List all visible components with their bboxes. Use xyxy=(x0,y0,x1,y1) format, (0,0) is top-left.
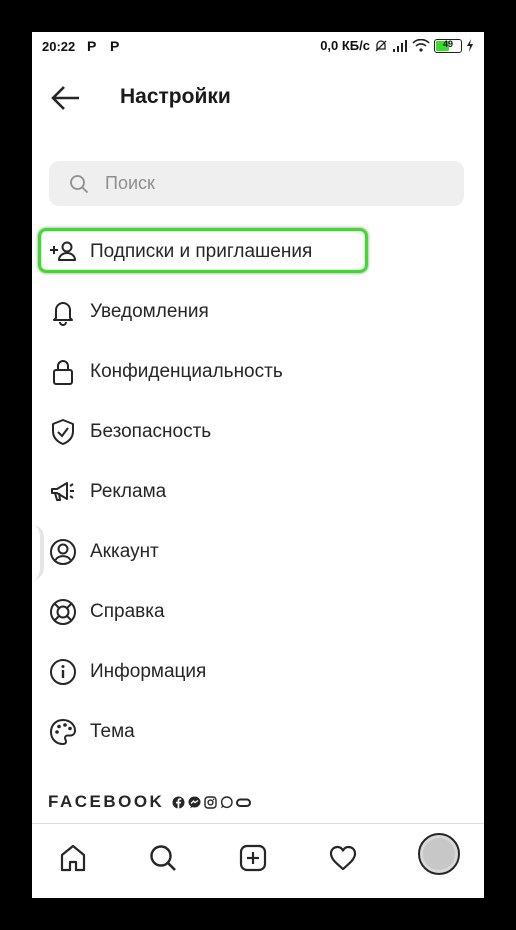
menu-item-label: Информация xyxy=(90,661,207,682)
info-icon xyxy=(50,659,76,685)
lifebuoy-icon xyxy=(50,599,76,625)
search-input[interactable] xyxy=(105,161,445,206)
notification-p-icon: P xyxy=(110,38,120,54)
facebook-icon xyxy=(172,796,185,809)
messenger-icon xyxy=(188,796,201,808)
notification-p-icon: P xyxy=(87,38,97,54)
menu-item-security[interactable]: Безопасность xyxy=(32,402,484,462)
signal-icon xyxy=(393,39,407,52)
status-time: 20:22 xyxy=(42,39,76,54)
shield-check-icon xyxy=(52,419,74,445)
add-person-icon xyxy=(50,241,76,261)
status-right: 0,0 КБ/с 49 xyxy=(320,38,474,53)
bottom-tab-bar xyxy=(32,823,484,898)
tab-new-post[interactable] xyxy=(229,834,279,884)
network-speed: 0,0 КБ/с xyxy=(320,38,370,53)
menu-item-label: Тема xyxy=(90,721,135,742)
mute-bell-icon xyxy=(375,39,387,51)
menu-item-help[interactable]: Справка xyxy=(32,582,484,642)
wifi-icon xyxy=(412,39,430,52)
megaphone-icon xyxy=(51,482,74,501)
menu-item-label: Реклама xyxy=(90,481,167,502)
status-bar: 20:22 P P 0,0 КБ/с 49 xyxy=(32,32,484,60)
header: Настройки xyxy=(32,72,484,122)
account-circle-icon xyxy=(50,539,76,565)
back-button[interactable] xyxy=(50,84,82,112)
charging-icon xyxy=(467,39,473,52)
page-title: Настройки xyxy=(120,85,231,108)
tab-home[interactable] xyxy=(49,834,99,884)
settings-screen: 20:22 P P 0,0 КБ/с 49 Настройки Поиск По… xyxy=(32,32,484,898)
home-icon xyxy=(60,844,86,872)
menu-item-label: Безопасность xyxy=(90,421,212,442)
bell-icon xyxy=(53,302,73,326)
search-icon xyxy=(70,175,89,194)
facebook-family-logos xyxy=(172,795,252,809)
menu-item-ads[interactable]: Реклама xyxy=(32,462,484,522)
menu-item-label: Конфиденциальность xyxy=(90,361,283,382)
menu-item-label: Справка xyxy=(90,601,165,622)
tab-search[interactable] xyxy=(139,834,189,884)
tab-activity[interactable] xyxy=(319,834,369,884)
new-post-icon xyxy=(239,844,267,872)
instagram-icon xyxy=(204,795,218,809)
menu-item-label: Подписки и приглашения xyxy=(90,241,313,262)
menu-item-label: Уведомления xyxy=(90,301,209,322)
heart-icon xyxy=(329,845,357,871)
back-arrow-icon xyxy=(51,86,79,110)
avatar-image xyxy=(423,838,455,870)
search-icon xyxy=(150,845,176,871)
battery-level: 49 xyxy=(442,38,453,49)
menu-item-theme[interactable]: Тема xyxy=(32,702,484,762)
menu-item-account[interactable]: Аккаунт xyxy=(32,522,484,582)
edge-swipe-handle xyxy=(32,525,44,580)
whatsapp-icon xyxy=(221,795,234,808)
menu-item-notifications[interactable]: Уведомления xyxy=(32,282,484,342)
menu-item-label: Аккаунт xyxy=(90,541,159,562)
facebook-wordmark: FACEBOOK xyxy=(48,792,165,811)
battery-icon: 49 xyxy=(434,38,462,53)
menu-item-about[interactable]: Информация xyxy=(32,642,484,702)
menu-item-follow-invite[interactable]: Подписки и приглашения xyxy=(32,222,484,282)
tab-profile-avatar[interactable] xyxy=(418,833,460,875)
search-bar[interactable] xyxy=(49,161,464,206)
facebook-section: FACEBOOK xyxy=(48,792,252,812)
menu-item-privacy[interactable]: Конфиденциальность xyxy=(32,342,484,402)
lock-icon xyxy=(53,360,73,385)
oculus-icon xyxy=(236,798,252,807)
palette-icon xyxy=(50,719,76,745)
